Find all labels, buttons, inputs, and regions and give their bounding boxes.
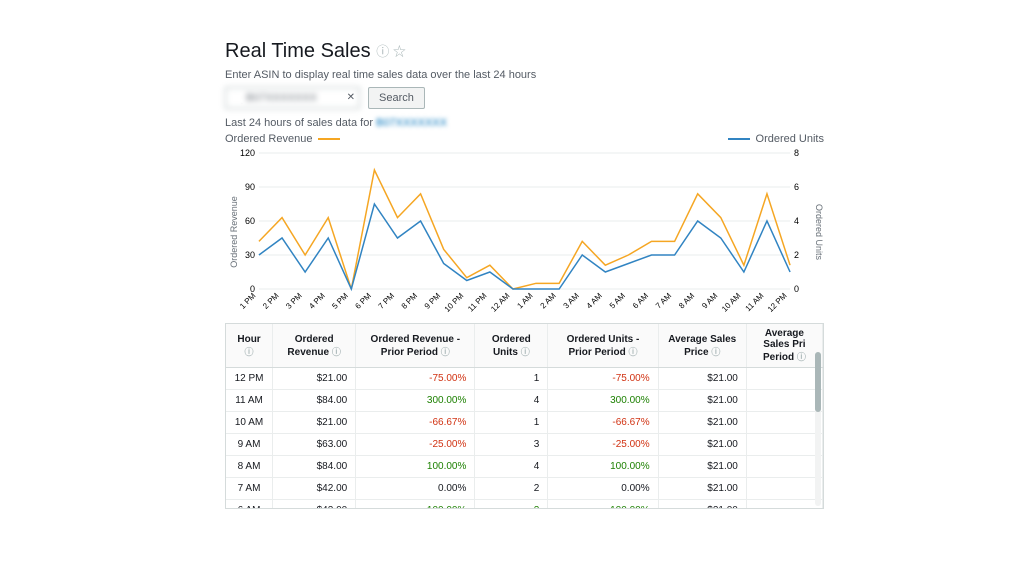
table-row: 6 AM$42.00100.00%2100.00%$21.00 <box>226 500 823 510</box>
table-row: 12 PM$21.00-75.00%1-75.00%$21.00 <box>226 368 823 390</box>
chart-legend: Ordered Revenue Ordered Units <box>225 133 824 145</box>
svg-text:10 PM: 10 PM <box>443 291 466 314</box>
svg-text:90: 90 <box>245 182 255 192</box>
svg-text:1 AM: 1 AM <box>515 291 534 310</box>
table-row: 10 AM$21.00-66.67%1-66.67%$21.00 <box>226 412 823 434</box>
info-icon[interactable]: ⓘ <box>376 44 389 59</box>
svg-text:12 PM: 12 PM <box>766 291 789 314</box>
col-header[interactable]: Ordered Units ⓘ <box>475 324 548 368</box>
col-header[interactable]: Hour ⓘ <box>226 324 273 368</box>
asin-search-box: 🔍 ✕ <box>225 87 360 109</box>
sales-table-container: Hour ⓘOrdered Revenue ⓘOrdered Revenue -… <box>225 323 824 509</box>
svg-text:60: 60 <box>245 216 255 226</box>
status-text: Last 24 hours of sales data for B07XXXXX… <box>225 117 824 129</box>
svg-text:30: 30 <box>245 250 255 260</box>
svg-text:6 AM: 6 AM <box>631 291 650 310</box>
svg-text:11 PM: 11 PM <box>466 291 488 313</box>
legend-revenue: Ordered Revenue <box>225 133 340 145</box>
star-icon[interactable]: ☆ <box>393 44 406 59</box>
svg-text:4: 4 <box>794 216 799 226</box>
col-header[interactable]: Ordered Revenue ⓘ <box>273 324 356 368</box>
svg-text:2: 2 <box>794 250 799 260</box>
col-header[interactable]: Average Sales PriPeriod ⓘ <box>746 324 822 368</box>
svg-text:9 AM: 9 AM <box>700 291 719 310</box>
swatch-revenue <box>318 138 340 140</box>
col-header[interactable]: Ordered Units - Prior Period ⓘ <box>548 324 658 368</box>
svg-text:8 PM: 8 PM <box>400 291 420 311</box>
svg-text:9 PM: 9 PM <box>423 291 443 311</box>
table-scrollbar[interactable] <box>815 352 821 506</box>
svg-text:120: 120 <box>240 148 255 158</box>
svg-text:5 PM: 5 PM <box>330 291 350 311</box>
asin-search-input[interactable] <box>225 87 360 109</box>
search-button[interactable]: Search <box>368 87 425 109</box>
col-header[interactable]: Average Sales Price ⓘ <box>658 324 746 368</box>
scroll-thumb[interactable] <box>815 352 821 412</box>
svg-text:3 PM: 3 PM <box>284 291 304 311</box>
table-row: 11 AM$84.00300.00%4300.00%$21.00 <box>226 390 823 412</box>
sales-chart: 0306090120024681 PM2 PM3 PM4 PM5 PM6 PM7… <box>225 147 824 317</box>
svg-text:8: 8 <box>794 148 799 158</box>
page-subtitle: Enter ASIN to display real time sales da… <box>225 69 824 81</box>
svg-text:Ordered Revenue: Ordered Revenue <box>229 196 239 267</box>
swatch-units <box>728 138 750 140</box>
svg-text:2 PM: 2 PM <box>261 291 281 311</box>
svg-text:4 AM: 4 AM <box>585 291 604 310</box>
svg-text:4 PM: 4 PM <box>307 291 327 311</box>
svg-text:12 AM: 12 AM <box>489 291 511 313</box>
svg-text:5 AM: 5 AM <box>608 291 627 310</box>
svg-text:0: 0 <box>794 284 799 294</box>
svg-text:7 PM: 7 PM <box>377 291 397 311</box>
table-row: 7 AM$42.000.00%20.00%$21.00 <box>226 478 823 500</box>
svg-text:3 AM: 3 AM <box>562 291 581 310</box>
sales-table: Hour ⓘOrdered Revenue ⓘOrdered Revenue -… <box>226 324 823 509</box>
svg-text:1 PM: 1 PM <box>238 291 258 311</box>
table-row: 8 AM$84.00100.00%4100.00%$21.00 <box>226 456 823 478</box>
svg-text:2 AM: 2 AM <box>539 291 558 310</box>
svg-text:10 AM: 10 AM <box>720 291 742 313</box>
svg-text:11 AM: 11 AM <box>744 291 766 313</box>
status-asin: B07XXXXXXX <box>376 117 447 129</box>
table-row: 9 AM$63.00-25.00%3-25.00%$21.00 <box>226 434 823 456</box>
svg-text:6 PM: 6 PM <box>353 291 373 311</box>
page-title: Real Time Sales ⓘ ☆ <box>225 40 824 63</box>
col-header[interactable]: Ordered Revenue - Prior Period ⓘ <box>356 324 475 368</box>
svg-text:6: 6 <box>794 182 799 192</box>
clear-icon[interactable]: ✕ <box>347 92 355 103</box>
svg-text:Ordered Units: Ordered Units <box>814 204 824 260</box>
svg-text:8 AM: 8 AM <box>677 291 696 310</box>
legend-units: Ordered Units <box>728 133 824 145</box>
svg-text:7 AM: 7 AM <box>654 291 673 310</box>
